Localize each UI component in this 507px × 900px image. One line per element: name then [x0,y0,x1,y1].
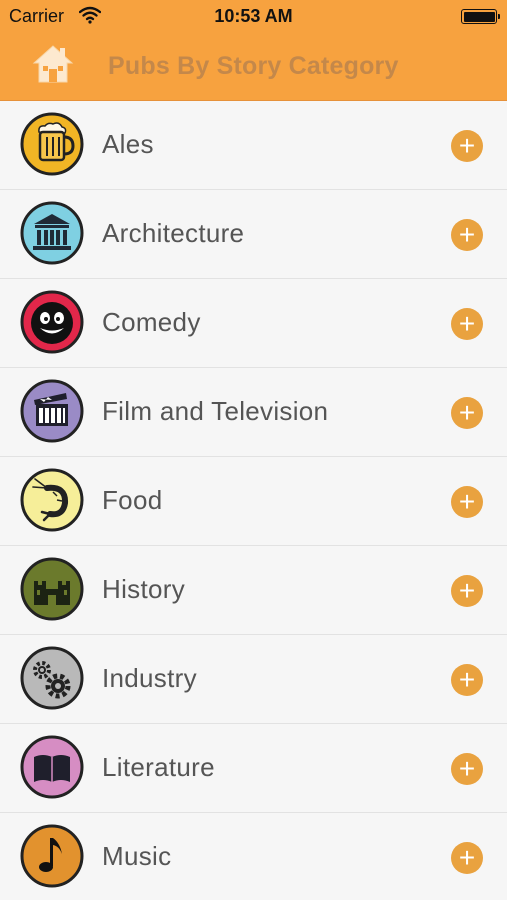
expand-button[interactable]: + [451,575,483,607]
plus-icon: + [458,575,476,606]
clock-time: 10:53 AM [214,6,293,26]
plus-icon: + [458,308,476,339]
category-row-music[interactable]: Music + [0,813,507,900]
category-label: Music [102,841,172,871]
plus-icon: + [458,753,476,784]
category-row-comedy[interactable]: Comedy + [0,279,507,368]
plus-icon: + [458,397,476,428]
temple-icon [20,201,84,265]
expand-button[interactable]: + [451,219,483,251]
gears-icon [20,646,84,710]
category-label: Ales [102,129,154,159]
castle-icon [20,557,84,621]
category-row-history[interactable]: History + [0,546,507,635]
category-label: History [102,574,185,604]
smiley-face-icon [20,290,84,354]
plus-icon: + [458,486,476,517]
plus-icon: + [458,130,476,161]
category-row-ales[interactable]: Ales + [0,101,507,190]
beer-mug-icon [20,112,84,176]
status-bar: Carrier 10:53 AM [0,0,507,33]
music-note-icon [20,824,84,888]
category-row-literature[interactable]: Literature + [0,724,507,813]
expand-button[interactable]: + [451,130,483,162]
home-icon [32,45,74,83]
expand-button[interactable]: + [451,308,483,340]
plus-icon: + [458,842,476,873]
plus-icon: + [458,664,476,695]
category-label: Food [102,485,163,515]
category-label: Film and Television [102,396,329,426]
expand-button[interactable]: + [451,664,483,696]
expand-button[interactable]: + [451,397,483,429]
expand-button[interactable]: + [451,842,483,874]
category-label: Literature [102,752,215,782]
app-screen: Carrier 10:53 AM Pubs By Story Category [0,0,507,900]
plus-icon: + [458,219,476,250]
category-label: Industry [102,663,197,693]
home-button[interactable] [31,42,75,86]
clapperboard-icon [20,379,84,443]
category-label: Architecture [102,218,245,248]
shrimp-icon [20,468,84,532]
category-row-food[interactable]: Food + [0,457,507,546]
category-list: Ales + Architecture + Comedy + Film and … [0,101,507,900]
page-title: Pubs By Story Category [108,52,399,80]
category-row-architecture[interactable]: Architecture + [0,190,507,279]
category-label: Comedy [102,307,201,337]
book-icon [20,735,84,799]
expand-button[interactable]: + [451,486,483,518]
nav-bar: Pubs By Story Category [0,33,507,101]
battery-icon [461,9,500,24]
category-row-industry[interactable]: Industry + [0,635,507,724]
expand-button[interactable]: + [451,753,483,785]
category-row-film-and-television[interactable]: Film and Television + [0,368,507,457]
